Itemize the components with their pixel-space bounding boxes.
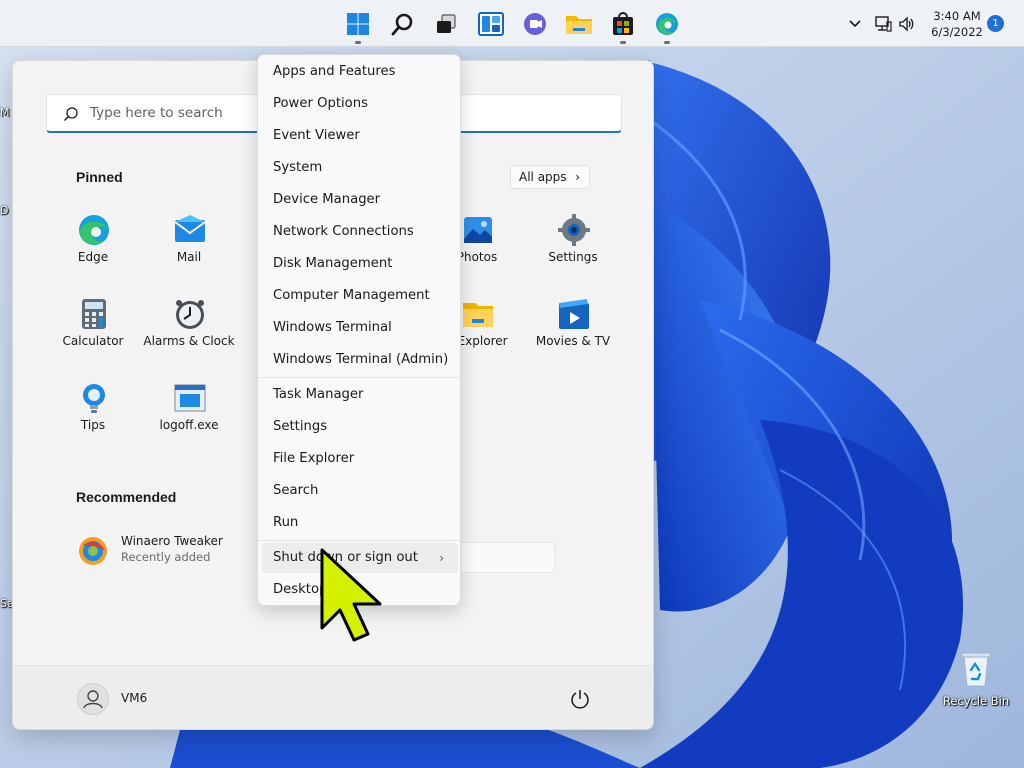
- desktop-icon-label[interactable]: M: [0, 106, 10, 119]
- menu-item-windows-terminal[interactable]: Windows Terminal: [262, 313, 458, 343]
- clock-date: 6/3/2022: [931, 25, 983, 39]
- recommended-item-name: Winaero Tweaker: [121, 534, 223, 548]
- photos-icon: [464, 217, 492, 243]
- all-apps-label: All apps: [519, 170, 567, 184]
- recommended-item[interactable]: Winaero Tweaker Recently added: [73, 531, 253, 571]
- menu-item-device-manager[interactable]: Device Manager: [262, 185, 458, 215]
- menu-item-computer-management[interactable]: Computer Management: [262, 281, 458, 311]
- pinned-app-settings[interactable]: Settings: [525, 213, 621, 293]
- network-icon[interactable]: [873, 14, 893, 34]
- menu-item-file-explorer[interactable]: File Explorer: [262, 444, 458, 474]
- menu-separator: [258, 540, 460, 541]
- tips-icon: [83, 384, 105, 413]
- menu-item-power-options[interactable]: Power Options: [262, 89, 458, 119]
- recommended-item-subtitle: Recently added: [121, 550, 211, 564]
- winaero-icon: [79, 537, 107, 565]
- menu-item-event-viewer[interactable]: Event Viewer: [262, 121, 458, 151]
- chevron-right-icon: ›: [439, 551, 444, 565]
- user-name[interactable]: VM6: [121, 691, 147, 705]
- menu-item-run[interactable]: Run: [262, 508, 458, 538]
- recycle-bin[interactable]: Recycle Bin: [940, 648, 1012, 712]
- pinned-app-calculator[interactable]: Calculator: [45, 297, 141, 377]
- menu-item-settings[interactable]: Settings: [262, 412, 458, 442]
- widgets-icon[interactable]: [475, 8, 507, 40]
- search-icon[interactable]: [387, 8, 419, 40]
- menu-separator: [258, 377, 460, 378]
- task-view-icon[interactable]: [430, 8, 462, 40]
- pinned-app-movies-tv[interactable]: Movies & TV: [525, 297, 621, 377]
- search-icon: [64, 107, 78, 121]
- windows-start-icon[interactable]: [342, 8, 374, 44]
- menu-item-windows-terminal-admin[interactable]: Windows Terminal (Admin): [262, 345, 458, 375]
- app-label: Alarms & Clock: [143, 334, 235, 348]
- edge-icon: [79, 215, 109, 245]
- power-user-menu: Apps and Features Power Options Event Vi…: [257, 54, 461, 606]
- volume-icon[interactable]: [897, 14, 917, 34]
- avatar[interactable]: [77, 683, 109, 715]
- chat-icon[interactable]: [519, 8, 551, 40]
- taskbar: 3:40 AM 6/3/2022 1: [0, 0, 1024, 47]
- clock[interactable]: 3:40 AM 6/3/2022: [928, 8, 986, 40]
- clock-time: 3:40 AM: [933, 9, 981, 23]
- search-placeholder: Type here to search: [90, 105, 223, 121]
- exe-icon: [174, 384, 206, 412]
- hover-highlight: [459, 542, 555, 573]
- movies-icon: [559, 299, 589, 329]
- pinned-app-mail[interactable]: Mail: [141, 213, 237, 293]
- app-label: Settings: [548, 250, 598, 264]
- start-menu-footer: VM6: [13, 665, 653, 729]
- chevron-up-icon[interactable]: [845, 14, 865, 34]
- app-label: Edge: [77, 250, 109, 264]
- app-label: logoff.exe: [159, 418, 219, 432]
- pinned-app-edge[interactable]: Edge: [45, 213, 141, 293]
- file-explorer-icon[interactable]: [563, 8, 595, 40]
- recycle-bin-icon: [961, 652, 991, 687]
- pinned-title: Pinned: [76, 169, 123, 185]
- calculator-icon: [82, 299, 106, 329]
- recommended-title: Recommended: [76, 489, 177, 505]
- menu-item-apps-and-features[interactable]: Apps and Features: [262, 57, 458, 87]
- notification-badge[interactable]: 1: [987, 15, 1004, 32]
- clock-icon: [176, 300, 204, 329]
- edge-icon[interactable]: [651, 8, 683, 44]
- store-icon[interactable]: [607, 8, 639, 44]
- power-icon[interactable]: [569, 688, 591, 710]
- desktop-icon-label[interactable]: D: [0, 204, 8, 217]
- app-label: Tips: [80, 418, 106, 432]
- recycle-bin-label: Recycle Bin: [942, 694, 1010, 708]
- pinned-app-alarms-clock[interactable]: Alarms & Clock: [141, 297, 237, 377]
- menu-item-search[interactable]: Search: [262, 476, 458, 506]
- all-apps-button[interactable]: All apps ›: [510, 165, 590, 189]
- settings-icon: [558, 214, 590, 246]
- menu-item-system[interactable]: System: [262, 153, 458, 183]
- mail-icon: [174, 215, 206, 242]
- app-label: Movies & TV: [535, 334, 611, 348]
- file-explorer-icon: [463, 303, 493, 327]
- app-label: Calculator: [62, 334, 124, 348]
- app-label: Mail: [176, 250, 202, 264]
- mouse-cursor-icon: [320, 548, 382, 642]
- pinned-app-tips[interactable]: Tips: [45, 381, 141, 461]
- menu-item-task-manager[interactable]: Task Manager: [262, 380, 458, 410]
- chevron-right-icon: ›: [575, 170, 580, 184]
- user-icon: [83, 690, 103, 709]
- menu-item-disk-management[interactable]: Disk Management: [262, 249, 458, 279]
- menu-item-network-connections[interactable]: Network Connections: [262, 217, 458, 247]
- pinned-app-logoff-exe[interactable]: logoff.exe: [141, 381, 237, 461]
